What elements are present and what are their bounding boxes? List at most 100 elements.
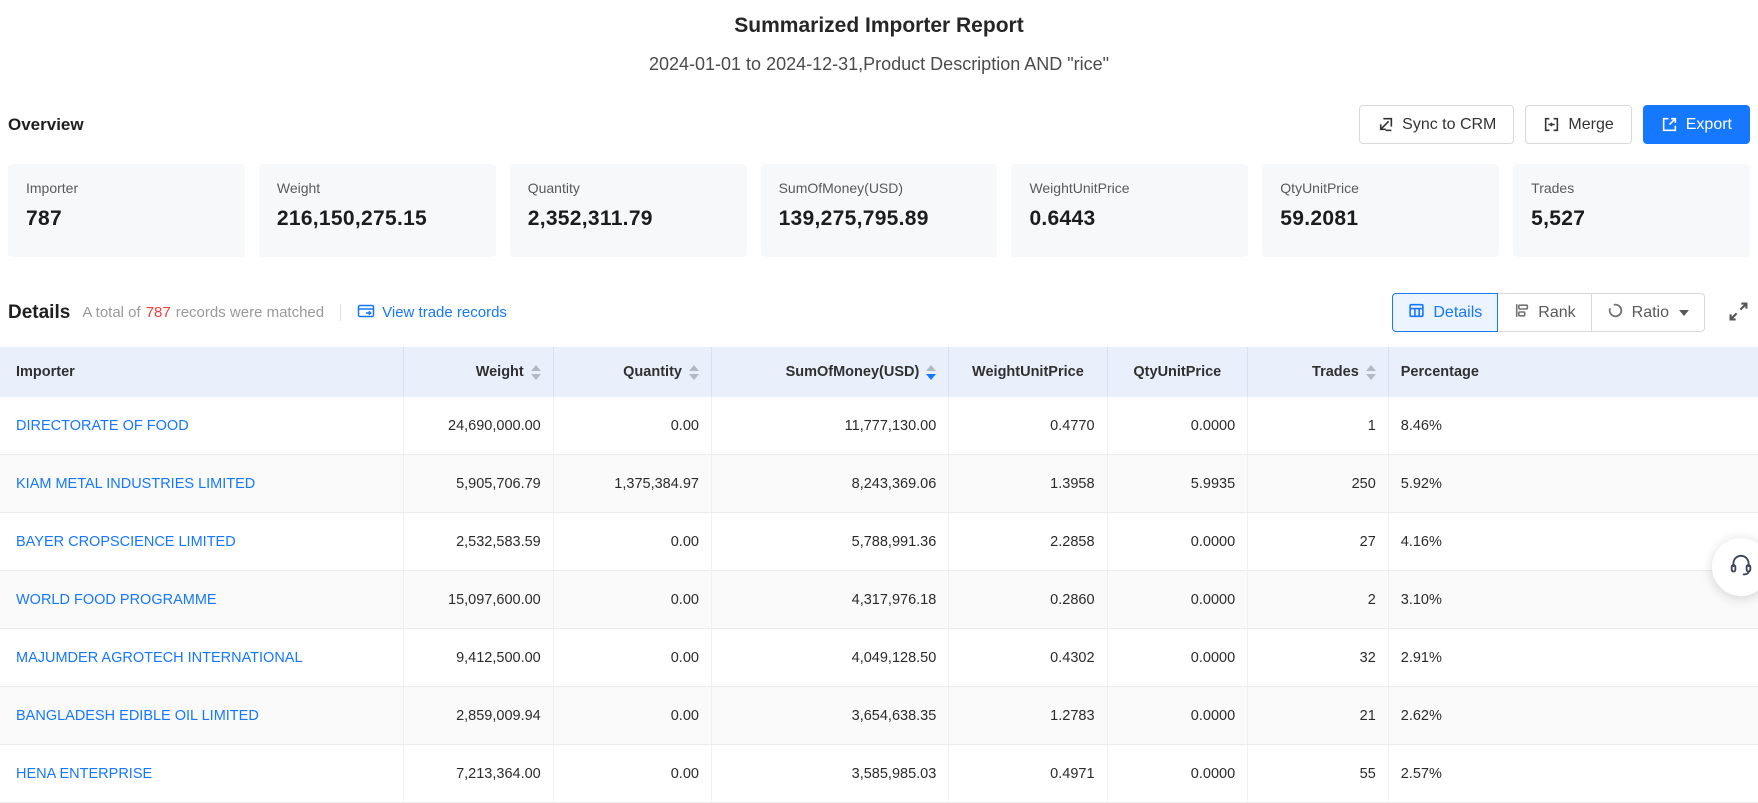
stat-card-trades: Trades 5,527 [1513,164,1750,257]
export-label: Export [1686,116,1732,134]
weight-cell: 5,905,706.79 [404,455,553,512]
importer-link[interactable]: WORLD FOOD PROGRAMME [16,592,217,608]
importer-link[interactable]: HENA ENTERPRISE [16,766,152,782]
importer-link-container: BAYER CROPSCIENCE LIMITED [0,513,404,570]
column-header-weight-unit-price: WeightUnitPrice [949,347,1107,397]
stat-value: 216,150,275.15 [277,207,478,231]
column-label: Percentage [1401,364,1479,380]
sum-of-money-cell: 4,317,976.18 [712,571,949,628]
sync-to-crm-button[interactable]: Sync to CRM [1359,105,1514,144]
quantity-cell: 0.00 [554,629,712,686]
tab-ratio[interactable]: Ratio [1591,293,1705,332]
weight-unit-price-cell: 0.4770 [949,397,1107,454]
column-header-quantity[interactable]: Quantity [554,347,712,397]
trade-records-icon [357,303,375,323]
sum-of-money-cell: 5,788,991.36 [712,513,949,570]
trades-cell: 27 [1248,513,1389,570]
overview-heading: Overview [8,115,84,135]
stat-label: Quantity [528,180,729,196]
stat-value: 787 [26,207,227,231]
importer-link[interactable]: DIRECTORATE OF FOOD [16,418,189,434]
importer-link-container: HENA ENTERPRISE [0,745,404,802]
stat-label: QtyUnitPrice [1280,180,1481,196]
tab-rank[interactable]: Rank [1497,293,1591,332]
column-header-qty-unit-price: QtyUnitPrice [1108,347,1249,397]
details-bar: Details A total of787records were matche… [8,293,1750,332]
trades-cell: 32 [1248,629,1389,686]
weight-unit-price-cell: 0.4971 [949,745,1107,802]
stat-card-sum-of-money: SumOfMoney(USD) 139,275,795.89 [761,164,998,257]
sort-icon[interactable] [531,365,541,380]
sort-icon[interactable] [689,365,699,380]
sort-icon[interactable] [1366,365,1376,380]
column-header-trades[interactable]: Trades [1248,347,1389,397]
page-subtitle: 2024-01-01 to 2024-12-31,Product Descrip… [0,54,1758,75]
stat-label: Trades [1531,180,1732,196]
column-label: SumOfMoney(USD) [786,364,920,380]
table-grid-icon [1408,302,1425,324]
tab-ratio-label: Ratio [1632,304,1669,322]
headset-icon [1728,552,1754,583]
column-label: QtyUnitPrice [1133,364,1221,380]
toolbar: Sync to CRM Merge Export [1359,105,1750,144]
table-row: HENA ENTERPRISE7,213,364.000.003,585,985… [0,745,1758,803]
sum-of-money-cell: 3,585,985.03 [712,745,949,802]
quantity-cell: 0.00 [554,513,712,570]
details-summary: Details A total of787records were matche… [8,302,507,324]
merge-icon [1543,116,1560,133]
qty-unit-price-cell: 0.0000 [1108,629,1249,686]
column-header-weight[interactable]: Weight [404,347,553,397]
trades-cell: 55 [1248,745,1389,802]
weight-unit-price-cell: 0.2860 [949,571,1107,628]
overview-bar: Overview Sync to CRM Merge Export [8,105,1750,144]
stat-value: 0.6443 [1029,207,1230,231]
fullscreen-button[interactable] [1727,300,1750,326]
page-title: Summarized Importer Report [0,14,1758,38]
column-header-sum-of-money[interactable]: SumOfMoney(USD) [712,347,949,397]
stat-value: 139,275,795.89 [779,207,980,231]
sum-of-money-cell: 3,654,638.35 [712,687,949,744]
weight-unit-price-cell: 1.2783 [949,687,1107,744]
importer-link-container: MAJUMDER AGROTECH INTERNATIONAL [0,629,404,686]
sort-icon-active-desc[interactable] [926,365,936,380]
merge-button[interactable]: Merge [1525,105,1631,144]
tab-details-label: Details [1433,304,1482,322]
table-row: MAJUMDER AGROTECH INTERNATIONAL9,412,500… [0,629,1758,687]
stat-cards: Importer 787 Weight 216,150,275.15 Quant… [8,164,1750,257]
importer-link-container: KIAM METAL INDUSTRIES LIMITED [0,455,404,512]
stat-label: Importer [26,180,227,196]
table-row: BAYER CROPSCIENCE LIMITED 2,532,583.590.0… [0,513,1758,571]
trades-cell: 21 [1248,687,1389,744]
qty-unit-price-cell: 0.0000 [1108,397,1249,454]
export-button[interactable]: Export [1643,105,1750,144]
summary-suffix: records were matched [176,304,324,321]
records-count: 787 [146,304,171,321]
trades-cell: 250 [1248,455,1389,512]
ratio-circle-icon [1607,302,1624,324]
importer-link[interactable]: BANGLADESH EDIBLE OIL LIMITED [16,708,259,724]
quantity-cell: 0.00 [554,571,712,628]
stat-card-quantity: Quantity 2,352,311.79 [510,164,747,257]
stat-value: 2,352,311.79 [528,207,729,231]
table-header-row: Importer Weight Quantity SumOfMoney(USD)… [0,347,1758,397]
tab-details[interactable]: Details [1392,293,1498,332]
importer-link[interactable]: KIAM METAL INDUSTRIES LIMITED [16,476,255,492]
column-label: WeightUnitPrice [972,364,1084,380]
sync-icon [1377,116,1394,133]
importer-link-container: DIRECTORATE OF FOOD [0,397,404,454]
view-trade-records-link[interactable]: View trade records [357,303,507,323]
importer-link[interactable]: BAYER CROPSCIENCE LIMITED [16,534,236,550]
stat-value: 5,527 [1531,207,1732,231]
sum-of-money-cell: 11,777,130.00 [712,397,949,454]
qty-unit-price-cell: 0.0000 [1108,571,1249,628]
stat-label: SumOfMoney(USD) [779,180,980,196]
stat-card-weight: Weight 216,150,275.15 [259,164,496,257]
records-matched-text: A total of787records were matched [82,304,324,321]
column-label: Importer [16,364,75,380]
fullscreen-expand-icon [1727,300,1750,326]
view-mode-segment: Details Rank Ratio [1392,293,1705,332]
weight-cell: 2,532,583.59 [404,513,553,570]
percentage-cell: 2.91% [1389,629,1758,686]
importer-link[interactable]: MAJUMDER AGROTECH INTERNATIONAL [16,650,303,666]
importer-link-container: WORLD FOOD PROGRAMME [0,571,404,628]
